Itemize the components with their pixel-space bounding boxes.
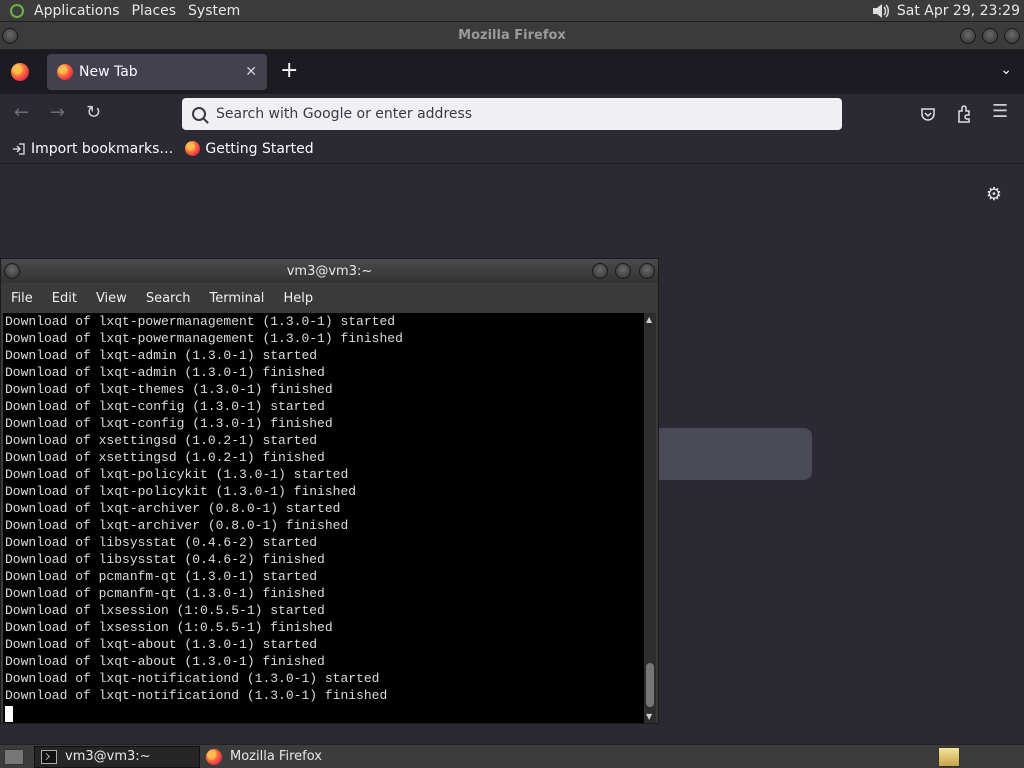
terminal-menu-edit[interactable]: Edit: [42, 291, 86, 306]
terminal-line: Download of lxqt-policykit (1.3.0-1) fin…: [5, 484, 357, 499]
terminal-icon: [41, 749, 57, 764]
gear-icon[interactable]: ⚙: [986, 184, 1002, 205]
import-icon: [13, 142, 25, 155]
firefox-view-icon[interactable]: [11, 63, 29, 81]
pocket-icon[interactable]: [920, 106, 936, 122]
terminal-menu-file[interactable]: File: [1, 291, 42, 306]
new-tab-plus-icon[interactable]: +: [280, 60, 298, 82]
taskbar-item-firefox[interactable]: Mozilla Firefox: [200, 746, 328, 768]
taskbar-item-terminal[interactable]: vm3@vm3:~: [34, 745, 200, 768]
terminal-line: Download of pcmanfm-qt (1.3.0-1) finishe…: [5, 586, 325, 601]
show-desktop-icon[interactable]: [4, 748, 24, 765]
terminal-line: Download of lxqt-powermanagement (1.3.0-…: [5, 331, 403, 346]
menu-system[interactable]: System: [182, 3, 246, 19]
close-tab-icon[interactable]: ✕: [245, 64, 257, 80]
firefox-icon: [206, 748, 222, 765]
terminal-title: vm3@vm3:~: [286, 263, 373, 279]
bookmark-getting-started-label: Getting Started: [205, 140, 314, 157]
terminal-menu-help[interactable]: Help: [273, 291, 322, 306]
firefox-window-title: Mozilla Firefox: [458, 28, 566, 43]
bookmark-getting-started[interactable]: Getting Started: [185, 140, 314, 157]
taskbar-item-label: vm3@vm3:~: [65, 749, 151, 764]
workspace-switcher-icon[interactable]: [938, 746, 960, 767]
reload-icon[interactable]: ↻: [86, 102, 101, 123]
firefox-favicon-icon: [57, 64, 73, 80]
firefox-titlebar[interactable]: Mozilla Firefox: [0, 22, 1024, 50]
bookmark-import-label: Import bookmarks…: [31, 140, 174, 157]
back-arrow-icon[interactable]: ←: [14, 102, 29, 123]
terminal-close-button[interactable]: [639, 263, 655, 279]
close-button[interactable]: [1004, 28, 1020, 44]
terminal-line: Download of lxqt-archiver (0.8.0-1) fini…: [5, 518, 349, 533]
top-panel: Applications Places System Sat Apr 29, 2…: [0, 0, 1024, 22]
terminal-line: Download of lxqt-notificationd (1.3.0-1)…: [5, 671, 380, 686]
scrollbar-thumb[interactable]: [646, 663, 654, 707]
terminal-line: Download of lxqt-archiver (0.8.0-1) star…: [5, 501, 341, 516]
tab-title: New Tab: [79, 64, 138, 80]
address-bar-placeholder: Search with Google or enter address: [216, 106, 473, 122]
terminal-line: Download of lxqt-config (1.3.0-1) starte…: [5, 399, 325, 414]
terminal-menubar: File Edit View Search Terminal Help: [1, 283, 658, 313]
terminal-line: Download of lxqt-admin (1.3.0-1) finishe…: [5, 365, 325, 380]
terminal-line: Download of xsettingsd (1.0.2-1) started: [5, 433, 318, 448]
terminal-line: Download of lxqt-admin (1.3.0-1) started: [5, 348, 318, 363]
terminal-menu-search[interactable]: Search: [136, 291, 200, 306]
terminal-line: Download of lxqt-about (1.3.0-1) started: [5, 637, 318, 652]
terminal-line: Download of lxqt-policykit (1.3.0-1) sta…: [5, 467, 349, 482]
address-bar[interactable]: Search with Google or enter address: [182, 98, 842, 130]
tab-new-tab[interactable]: New Tab ✕: [47, 54, 267, 90]
list-all-tabs-chevron-icon[interactable]: ⌄: [1000, 62, 1012, 78]
bookmark-import[interactable]: Import bookmarks…: [12, 141, 173, 157]
taskbar-item-label: Mozilla Firefox: [230, 749, 322, 764]
tab-strip: New Tab ✕ + ⌄: [0, 50, 1024, 94]
navigation-bar: ← → ↻ Search with Google or enter addres…: [0, 94, 1024, 134]
terminal-line: Download of lxqt-about (1.3.0-1) finishe…: [5, 654, 325, 669]
terminal-line: Download of pcmanfm-qt (1.3.0-1) started: [5, 569, 318, 584]
terminal-line: Download of lxqt-config (1.3.0-1) finish…: [5, 416, 333, 431]
terminal-line: Download of lxqt-powermanagement (1.3.0-…: [5, 314, 396, 329]
terminal-titlebar[interactable]: vm3@vm3:~: [1, 259, 658, 283]
menu-applications[interactable]: Applications: [28, 3, 126, 19]
hamburger-menu-icon[interactable]: ☰: [992, 101, 1008, 122]
terminal-line: Download of libsysstat (0.4.6-2) finishe…: [5, 552, 325, 567]
terminal-line: Download of lxsession (1:0.5.5-1) finish…: [5, 620, 333, 635]
terminal-line: Download of libsysstat (0.4.6-2) started: [5, 535, 318, 550]
terminal-window-menu-button[interactable]: [4, 263, 20, 279]
distro-logo-icon[interactable]: [6, 0, 28, 22]
terminal-output[interactable]: Download of lxqt-powermanagement (1.3.0-…: [3, 313, 645, 723]
terminal-minimize-button[interactable]: [592, 263, 608, 279]
clock[interactable]: Sat Apr 29, 23:29: [897, 3, 1020, 19]
window-menu-button[interactable]: [2, 28, 18, 44]
volume-icon[interactable]: [871, 3, 889, 19]
terminal-window: vm3@vm3:~ File Edit View Search Terminal…: [0, 258, 659, 724]
terminal-scrollbar[interactable]: ▲ ▼: [644, 313, 656, 723]
terminal-line: Download of xsettingsd (1.0.2-1) finishe…: [5, 450, 325, 465]
menu-places[interactable]: Places: [126, 3, 183, 19]
bottom-taskbar: vm3@vm3:~ Mozilla Firefox: [0, 744, 1024, 768]
minimize-button[interactable]: [960, 28, 976, 44]
maximize-button[interactable]: [982, 28, 998, 44]
extensions-puzzle-icon[interactable]: [956, 105, 972, 123]
terminal-line: Download of lxsession (1:0.5.5-1) starte…: [5, 603, 325, 618]
terminal-cursor: [5, 706, 13, 722]
scroll-down-arrow-icon[interactable]: ▼: [646, 712, 652, 721]
scroll-up-arrow-icon[interactable]: ▲: [646, 315, 652, 324]
terminal-line: Download of lxqt-notificationd (1.3.0-1)…: [5, 688, 388, 703]
forward-arrow-icon[interactable]: →: [50, 102, 65, 123]
search-icon: [192, 107, 206, 121]
bookmarks-toolbar: Import bookmarks… Getting Started: [0, 134, 1024, 164]
new-tab-search-box[interactable]: [640, 428, 812, 480]
terminal-line: Download of lxqt-themes (1.3.0-1) finish…: [5, 382, 333, 397]
terminal-menu-view[interactable]: View: [86, 291, 136, 306]
firefox-favicon-icon: [185, 141, 201, 156]
terminal-menu-terminal[interactable]: Terminal: [199, 291, 273, 306]
terminal-maximize-button[interactable]: [615, 263, 631, 279]
